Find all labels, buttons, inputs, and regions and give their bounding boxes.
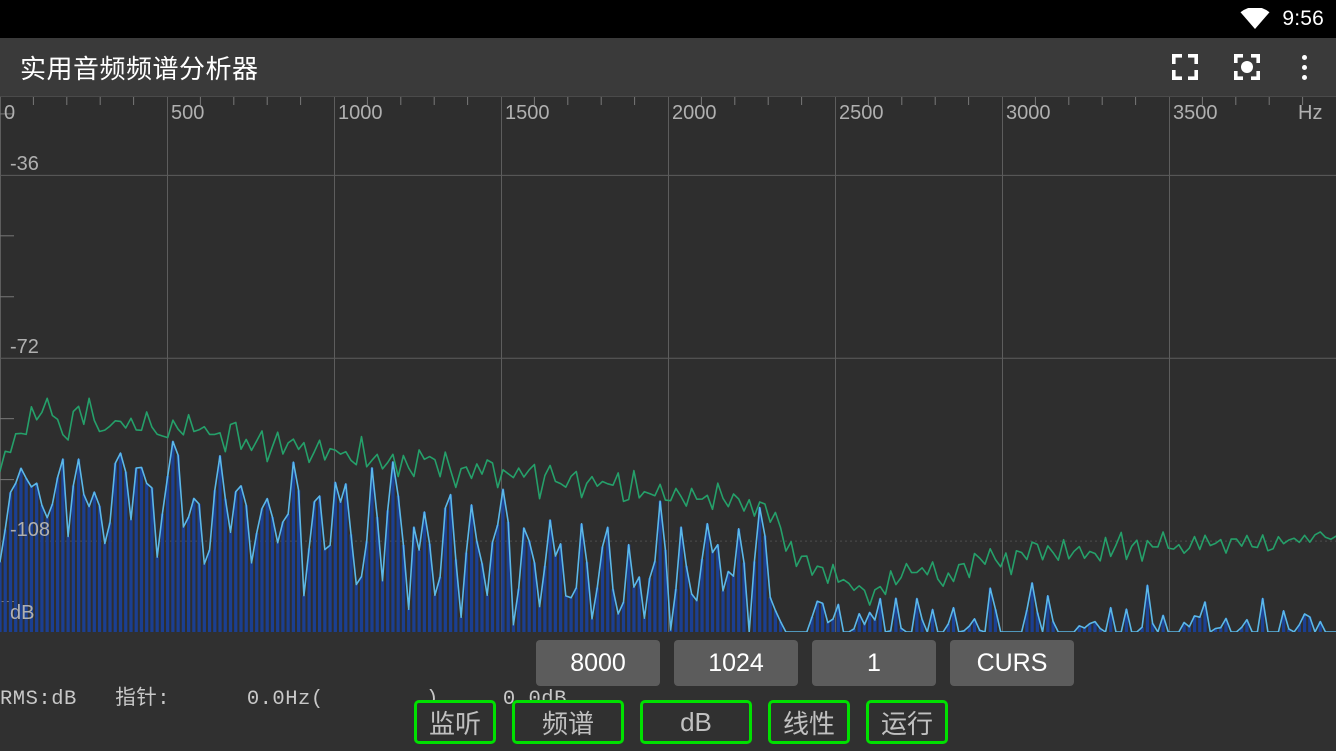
button-label: 线性 [782, 708, 835, 739]
parameter-button-row: 8000 1024 1 CURS [536, 640, 1074, 686]
measurement-readout: RMS:dB 指针: 0.0Hz( ) 0.0dB -70.8 峰值: 202.… [0, 632, 566, 711]
overflow-menu-button[interactable] [1278, 38, 1330, 96]
page-title: 实用音频频谱分析器 [20, 53, 259, 84]
app-action-bar: 实用音频频谱分析器 [0, 38, 1336, 96]
sample-rate-button[interactable]: 8000 [536, 640, 660, 686]
average-button[interactable]: 1 [812, 640, 936, 686]
button-label: 运行 [880, 708, 933, 739]
wifi-icon [1240, 8, 1270, 29]
status-bar-clock: 9:56 [1282, 7, 1324, 30]
center-focus-icon [1234, 54, 1260, 80]
spectrum-plot[interactable] [0, 96, 1336, 632]
button-label: 8000 [570, 648, 626, 677]
button-label: 监听 [428, 708, 481, 739]
monitor-button[interactable]: 监听 [414, 700, 496, 744]
fft-size-button[interactable]: 1024 [674, 640, 798, 686]
center-focus-button[interactable] [1216, 38, 1278, 96]
button-label: CURS [976, 648, 1048, 677]
spectrum-mode-button[interactable]: 频谱 [512, 700, 624, 744]
overflow-menu-icon [1301, 54, 1307, 80]
spectrum-analyzer-app: 9:56 实用音频频谱分析器 0 500 1000 1500 2000 2500… [0, 0, 1336, 751]
button-label: 1024 [708, 648, 764, 677]
button-label: 1 [867, 648, 881, 677]
mode-button-row: 监听 频谱 dB 线性 运行 [414, 700, 948, 744]
fullscreen-button[interactable] [1154, 38, 1216, 96]
cursor-button[interactable]: CURS [950, 640, 1074, 686]
button-label: 频谱 [541, 708, 594, 739]
action-bar-actions [1154, 38, 1336, 96]
linear-scale-button[interactable]: 线性 [768, 700, 850, 744]
button-label: dB [680, 706, 712, 737]
spectrum-chart-canvas[interactable] [0, 96, 1336, 632]
fullscreen-icon [1172, 54, 1198, 80]
db-scale-button[interactable]: dB [640, 700, 752, 744]
run-button[interactable]: 运行 [866, 700, 948, 744]
system-status-bar: 9:56 [0, 0, 1336, 38]
